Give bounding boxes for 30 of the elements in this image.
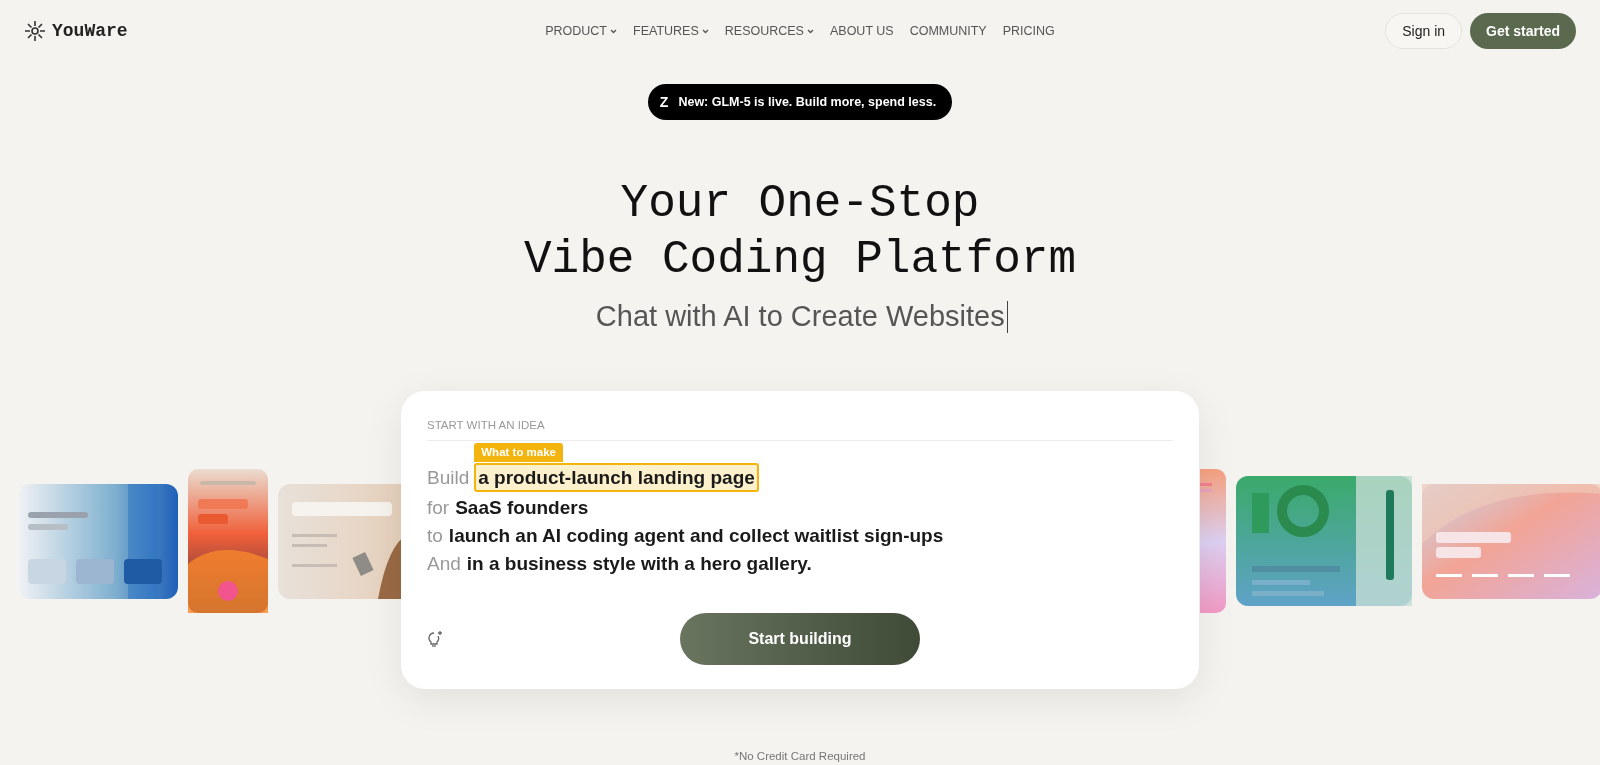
prompt-prefix: for	[427, 496, 450, 520]
prompt-value-field[interactable]: SaaS founders	[454, 495, 590, 520]
lightbulb-icon[interactable]	[427, 630, 443, 648]
prompt-prefix: And	[427, 552, 461, 576]
sign-in-button[interactable]: Sign in	[1385, 13, 1463, 49]
prompt-value-field[interactable]: in a business style with a hero gallery.	[465, 551, 813, 576]
text-cursor	[1006, 300, 1009, 333]
nav-link[interactable]: COMMUNITY	[909, 24, 987, 38]
logo-icon	[24, 20, 46, 42]
start-building-button[interactable]: Start building	[680, 613, 920, 665]
prompt-prefix: Build	[427, 466, 470, 490]
get-started-button[interactable]: Get started	[1470, 13, 1576, 49]
footnote: *No Credit Card Required	[733, 750, 867, 762]
announcement-badge[interactable]: Z New: GLM-5 is live. Build more, spend less.	[647, 84, 953, 120]
prompt-value-field[interactable]: a product-launch landing page	[474, 463, 759, 492]
logo-text[interactable]: YouWare	[52, 21, 128, 41]
nav-link[interactable]: ABOUT US	[829, 24, 894, 38]
nav-link[interactable]: RESOURCES	[724, 24, 814, 38]
prompt-prefix: to	[427, 524, 443, 548]
prompt-heading: START WITH AN IDEA	[427, 419, 1173, 441]
hero-title: Your One-Stop	[619, 177, 981, 232]
prompt-value-field[interactable]: launch an AI coding agent and collect waitlist sign-ups	[447, 523, 945, 548]
nav-link[interactable]: PRICING	[1002, 24, 1055, 38]
announcement-text: New: GLM-5 is live. Build more, spend less.	[678, 95, 937, 109]
nav-link[interactable]: FEATURES	[633, 24, 709, 38]
z-icon: Z	[659, 94, 669, 110]
hero-title: Vibe Coding Platform	[522, 233, 1078, 288]
hero-subtitle: Chat with AI to Create Websites	[595, 300, 1005, 333]
field-tag: What to make	[474, 443, 563, 462]
nav-link[interactable]: PRODUCT	[545, 24, 617, 38]
